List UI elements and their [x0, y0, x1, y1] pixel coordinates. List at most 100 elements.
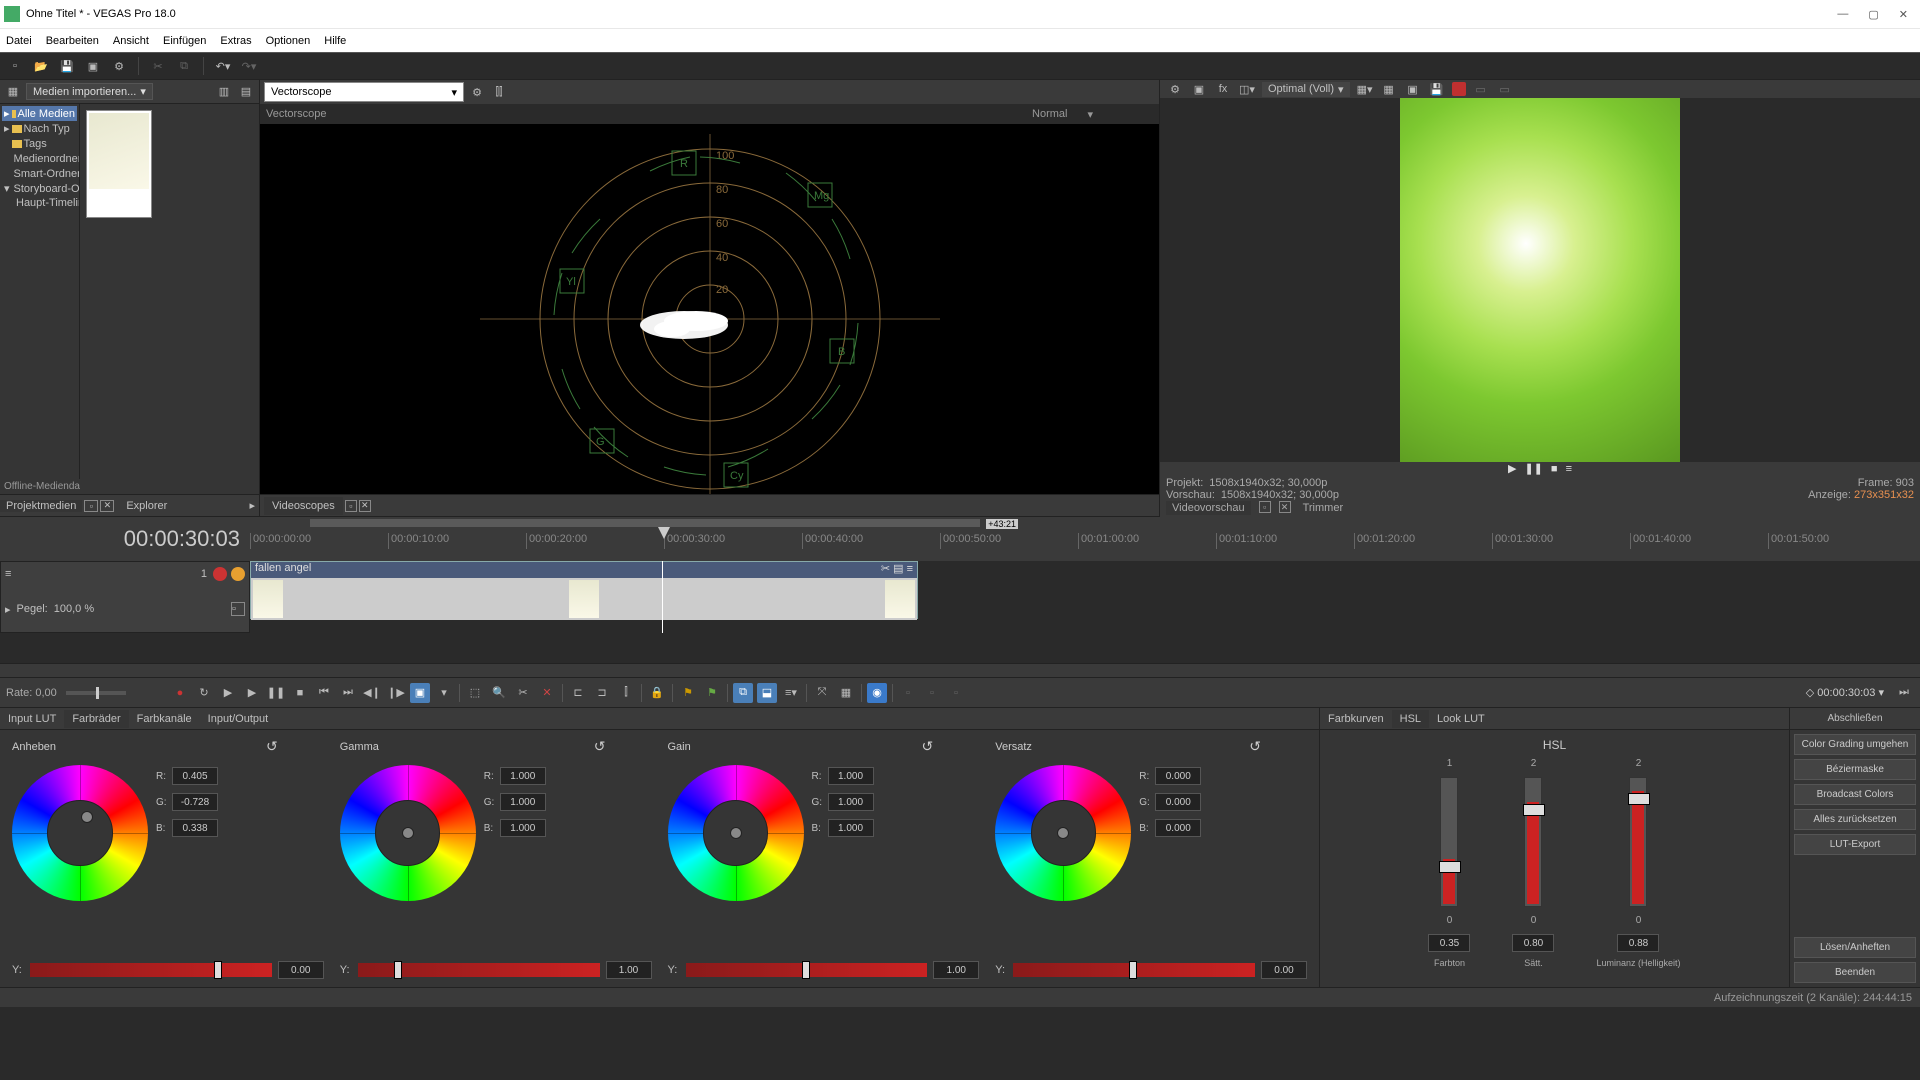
tab-close-icon[interactable]: ✕	[1279, 501, 1291, 513]
fx-icon[interactable]: fx	[1214, 80, 1232, 98]
render-icon[interactable]: ▣	[84, 57, 102, 75]
save-icon[interactable]: 💾	[58, 57, 76, 75]
undo-icon[interactable]: ↶▾	[214, 57, 232, 75]
reset-icon[interactable]: ↺	[1249, 738, 1261, 755]
trim-end-button[interactable]: ⊐	[592, 683, 612, 703]
slider-thumb[interactable]	[802, 961, 810, 979]
wheel-b-input[interactable]	[172, 819, 218, 837]
tree-nach-typ[interactable]: ▸Nach Typ	[2, 121, 77, 136]
grid-icon[interactable]: ▦▾	[1356, 80, 1374, 98]
open-icon[interactable]: 📂	[32, 57, 50, 75]
y-slider[interactable]	[1013, 963, 1255, 977]
grading-action-button[interactable]: Alles zurücksetzen	[1794, 809, 1916, 830]
grading-action-button[interactable]: LUT-Export	[1794, 834, 1916, 855]
wheel-g-input[interactable]	[828, 793, 874, 811]
loop-button[interactable]: ↻	[194, 683, 214, 703]
tree-smart-ordner[interactable]: ▸Smart-Ordner	[2, 166, 77, 181]
go-end-tc-button[interactable]: ⏭	[1894, 683, 1914, 703]
grading-action-button[interactable]: Beenden	[1794, 962, 1916, 983]
menu-ansicht[interactable]: Ansicht	[113, 35, 149, 47]
tab-farbkurven[interactable]: Farbkurven	[1320, 710, 1392, 728]
timeline-ruler[interactable]: +43:21 00:00:00:0000:00:10:0000:00:20:00…	[250, 517, 1920, 561]
wheel-y-input[interactable]	[606, 961, 652, 979]
properties-icon[interactable]: ⚙	[110, 57, 128, 75]
cut-icon[interactable]: ✂	[149, 57, 167, 75]
pause-button[interactable]: ❚❚	[266, 683, 286, 703]
ripple-menu-button[interactable]: ≡▾	[781, 683, 801, 703]
slider-thumb[interactable]	[394, 961, 402, 979]
color-wheel[interactable]	[12, 765, 148, 901]
snapshot-icon[interactable]: ▣	[1404, 80, 1422, 98]
tree-tags[interactable]: ▸Tags	[2, 136, 77, 151]
hsl-vslider[interactable]	[1629, 777, 1647, 907]
scope-select[interactable]: Vectorscope▾	[264, 82, 464, 102]
scope-layout-icon[interactable]: ⫿⫿	[490, 83, 508, 101]
tab-farbraeder[interactable]: Farbräder	[64, 710, 128, 728]
track-menu-icon[interactable]: ≡	[5, 568, 11, 580]
next-frame-button[interactable]: ❙▶	[386, 683, 406, 703]
play-icon[interactable]: ▶	[1508, 462, 1516, 475]
reset-icon[interactable]: ↺	[266, 738, 278, 755]
stop-icon[interactable]: ■	[1551, 463, 1558, 475]
color-wheel[interactable]	[340, 765, 476, 901]
menu-bearbeiten[interactable]: Bearbeiten	[46, 35, 99, 47]
grading-action-button[interactable]: Béziermaske	[1794, 759, 1916, 780]
hsl-value-input[interactable]	[1617, 934, 1659, 952]
wheel-y-input[interactable]	[278, 961, 324, 979]
grading-action-button[interactable]: Lösen/Anheften	[1794, 937, 1916, 958]
pause-icon[interactable]: ❚❚	[1524, 462, 1542, 475]
scope-mode[interactable]: Normal	[1032, 108, 1067, 120]
close-icon[interactable]: ✕	[1899, 8, 1908, 21]
tab-videoscopes[interactable]: Videoscopes	[264, 497, 343, 515]
prev-frame-button[interactable]: ◀❙	[362, 683, 382, 703]
auto-ripple-button[interactable]: ⬓	[757, 683, 777, 703]
wheel-handle[interactable]	[730, 827, 742, 839]
tree-alle-medien[interactable]: ▸Alle Medien	[2, 106, 77, 121]
track-header[interactable]: ≡ 1 ▸ Pegel: 100,0 % ▫	[0, 561, 250, 633]
record-button[interactable]: ●	[170, 683, 190, 703]
wheel-y-input[interactable]	[1261, 961, 1307, 979]
list-icon[interactable]: ≡	[1566, 463, 1572, 475]
transport-timecode[interactable]: ◇ 00:00:30:03 ▾	[1806, 686, 1890, 699]
color-wheel[interactable]	[668, 765, 804, 901]
track-rec-icon[interactable]	[213, 567, 227, 581]
wheel-b-input[interactable]	[500, 819, 546, 837]
color-wheel[interactable]	[995, 765, 1131, 901]
record-icon[interactable]	[1452, 82, 1466, 96]
delete-button[interactable]: ✕	[537, 683, 557, 703]
pegel-value[interactable]: 100,0 %	[54, 603, 94, 615]
gear-icon[interactable]: ⚙	[1166, 80, 1184, 98]
external-icon[interactable]: ▣	[1190, 80, 1208, 98]
hsl-vslider[interactable]	[1440, 777, 1458, 907]
grading-action-button[interactable]: Broadcast Colors	[1794, 784, 1916, 805]
menu-optionen[interactable]: Optionen	[266, 35, 311, 47]
slider-thumb[interactable]	[214, 961, 222, 979]
tree-medienordner[interactable]: ▸Medienordner	[2, 151, 77, 166]
redo-icon[interactable]: ↷▾	[240, 57, 258, 75]
auto-crossfade-button[interactable]: ⤧	[812, 683, 832, 703]
tab-close-icon[interactable]: ✕	[100, 500, 114, 512]
track-body[interactable]: fallen angel ✂ ▤ ≡	[250, 561, 1920, 633]
tab-input-lut[interactable]: Input LUT	[0, 710, 64, 728]
y-slider[interactable]	[358, 963, 600, 977]
tab-dock-icon[interactable]: ▫	[345, 500, 357, 512]
folder-tree-icon[interactable]: ▦	[4, 83, 22, 101]
maximize-icon[interactable]: ▢	[1868, 8, 1878, 21]
tab-trimmer[interactable]: Trimmer	[1297, 501, 1350, 515]
wheel-y-input[interactable]	[933, 961, 979, 979]
view-icon[interactable]: ▥	[215, 83, 233, 101]
snap-button[interactable]: ⧉	[733, 683, 753, 703]
wheel-r-input[interactable]	[172, 767, 218, 785]
pv-opt1-icon[interactable]: ▭	[1472, 80, 1490, 98]
tab-projektmedien[interactable]: Projektmedien	[0, 500, 82, 512]
tab-input-output[interactable]: Input/Output	[200, 710, 277, 728]
hsl-value-input[interactable]	[1428, 934, 1470, 952]
tab-scroll-icon[interactable]: ▸	[243, 499, 259, 512]
menu-hilfe[interactable]: Hilfe	[324, 35, 346, 47]
wheel-handle[interactable]	[1057, 827, 1069, 839]
tab-look-lut[interactable]: Look LUT	[1429, 710, 1493, 728]
wheel-r-input[interactable]	[1155, 767, 1201, 785]
go-end-button[interactable]: ⏭	[338, 683, 358, 703]
stop-button[interactable]: ■	[290, 683, 310, 703]
tab-farbkanaele[interactable]: Farbkanäle	[129, 710, 200, 728]
